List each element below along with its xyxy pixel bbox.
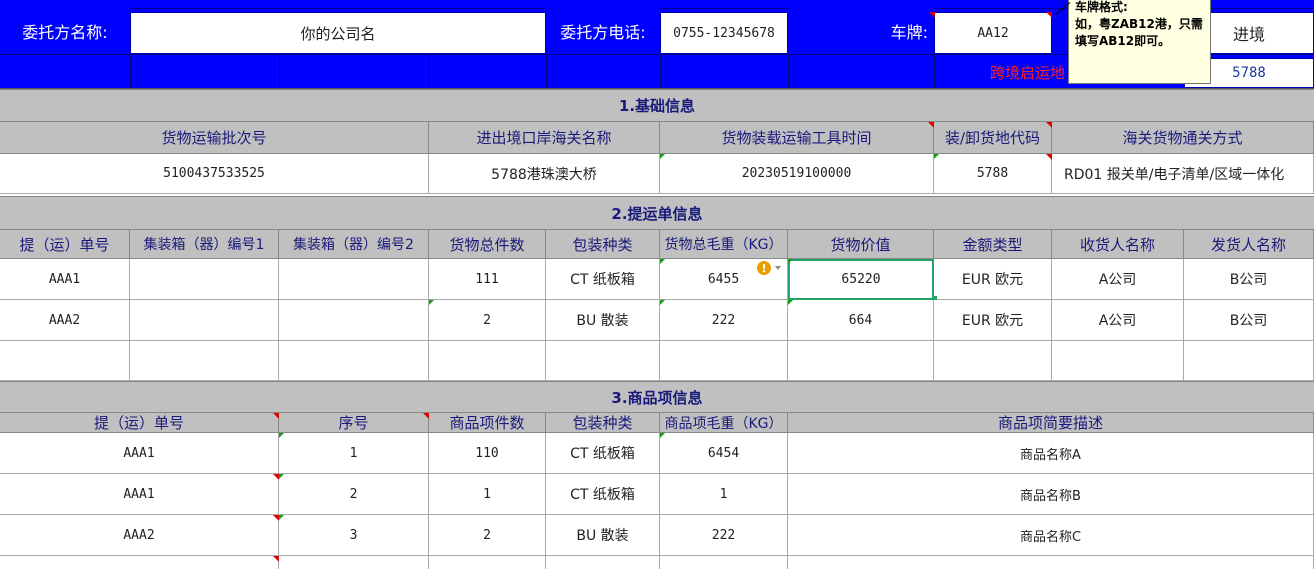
column-header: 集装箱（器）编号1 xyxy=(130,230,279,259)
total-pieces-cell[interactable] xyxy=(429,341,546,381)
gross-weight-cell[interactable] xyxy=(660,341,788,381)
column-header: 货物总毛重（KG） xyxy=(660,230,788,259)
item-weight-cell[interactable]: 6454 xyxy=(660,433,788,474)
currency-cell[interactable] xyxy=(934,341,1052,381)
item-weight-cell[interactable]: 222 xyxy=(660,515,788,556)
empty-cell[interactable] xyxy=(660,556,788,569)
loading-code-cell[interactable]: 5788 xyxy=(934,154,1052,194)
clearance-mode-cell[interactable]: RD01 报关单/电子清单/区域一体化 xyxy=(1052,154,1314,194)
bill-number-cell[interactable] xyxy=(0,341,130,381)
column-header: 提（运）单号 xyxy=(0,413,279,433)
item-seq-cell[interactable]: 2 xyxy=(279,474,429,515)
column-header: 包装种类 xyxy=(546,413,660,433)
bill-number-cell[interactable]: AAA1 xyxy=(0,259,130,300)
item-seq-cell[interactable]: 1 xyxy=(279,433,429,474)
port-name-cell[interactable]: 5788港珠澳大桥 xyxy=(429,154,660,194)
item-description-cell[interactable]: 商品名称A xyxy=(788,433,1314,474)
consignee-cell[interactable] xyxy=(1052,341,1184,381)
column-header: 发货人名称 xyxy=(1184,230,1314,259)
section-bill-info-title: 2.提运单信息 xyxy=(0,196,1314,230)
container-1-cell[interactable] xyxy=(130,259,279,300)
gross-weight-cell[interactable]: 222 xyxy=(660,300,788,341)
package-type-cell[interactable]: CT 纸板箱 xyxy=(546,259,660,300)
bill-number-cell[interactable]: AAA2 xyxy=(0,300,130,341)
container-1-cell[interactable] xyxy=(130,341,279,381)
shipper-cell[interactable] xyxy=(1184,341,1314,381)
container-2-cell[interactable] xyxy=(279,341,429,381)
section-goods-info-title: 3.商品项信息 xyxy=(0,381,1314,413)
item-weight-cell[interactable]: 1 xyxy=(660,474,788,515)
column-header: 装/卸货地代码 xyxy=(934,122,1052,154)
item-pieces-cell[interactable]: 2 xyxy=(429,515,546,556)
consignee-cell[interactable]: A公司 xyxy=(1052,259,1184,300)
batch-number-cell[interactable]: 5100437533525 xyxy=(0,154,429,194)
column-header: 进出境口岸海关名称 xyxy=(429,122,660,154)
item-package-cell[interactable]: CT 纸板箱 xyxy=(546,474,660,515)
item-package-cell[interactable]: CT 纸板箱 xyxy=(546,433,660,474)
item-pieces-cell[interactable]: 110 xyxy=(429,433,546,474)
column-header: 货物装载运输工具时间 xyxy=(660,122,934,154)
column-header: 海关货物通关方式 xyxy=(1052,122,1314,154)
plate-format-comment: 车牌格式: 如，粤ZAB12港，只需填写AB12即可。 xyxy=(1068,0,1211,84)
item-package-cell[interactable]: BU 散装 xyxy=(546,515,660,556)
column-header: 序号 xyxy=(279,413,429,433)
comment-indicator xyxy=(1046,12,1052,18)
item-description-cell[interactable]: 商品名称C xyxy=(788,515,1314,556)
currency-cell[interactable]: EUR 欧元 xyxy=(934,300,1052,341)
client-phone-label: 委托方电话: xyxy=(546,8,660,54)
empty-cell[interactable] xyxy=(429,556,546,569)
comment-indicator xyxy=(929,12,935,18)
item-description-cell[interactable]: 商品名称B xyxy=(788,474,1314,515)
chevron-down-icon[interactable] xyxy=(775,266,781,270)
column-header: 包装种类 xyxy=(546,230,660,259)
empty-cell[interactable] xyxy=(0,556,279,569)
loading-time-cell[interactable]: 20230519100000 xyxy=(660,154,934,194)
column-header: 商品项毛重（KG） xyxy=(660,413,788,433)
plate-field[interactable]: AA12 xyxy=(934,12,1052,54)
comment-title: 车牌格式: xyxy=(1075,0,1128,14)
container-2-cell[interactable] xyxy=(279,259,429,300)
column-header: 货物价值 xyxy=(788,230,934,259)
client-name-field[interactable]: 你的公司名 xyxy=(130,12,546,54)
consignee-cell[interactable]: A公司 xyxy=(1052,300,1184,341)
cargo-value-cell[interactable] xyxy=(788,341,934,381)
empty-cell[interactable] xyxy=(788,556,1314,569)
client-phone-field[interactable]: 0755-12345678 xyxy=(660,12,788,54)
total-pieces-cell[interactable]: 2 xyxy=(429,300,546,341)
item-bill-number-cell[interactable]: AAA1 xyxy=(0,474,279,515)
column-header: 集装箱（器）编号2 xyxy=(279,230,429,259)
warning-icon[interactable]: ! xyxy=(757,261,771,275)
item-pieces-cell[interactable]: 1 xyxy=(429,474,546,515)
cross-border-label: 跨境启运地 xyxy=(940,56,1080,88)
shipper-cell[interactable]: B公司 xyxy=(1184,300,1314,341)
shipper-cell[interactable]: B公司 xyxy=(1184,259,1314,300)
plate-label: 车牌: xyxy=(788,8,934,54)
column-header: 商品项简要描述 xyxy=(788,413,1314,433)
column-header: 货物总件数 xyxy=(429,230,546,259)
column-header: 金额类型 xyxy=(934,230,1052,259)
cargo-value-cell[interactable]: 664 xyxy=(788,300,934,341)
item-bill-number-cell[interactable]: AAA2 xyxy=(0,515,279,556)
package-type-cell[interactable]: BU 散装 xyxy=(546,300,660,341)
cargo-value-cell-selected[interactable]: 65220 xyxy=(788,259,934,300)
client-name-label: 委托方名称: xyxy=(0,8,130,54)
item-bill-number-cell[interactable]: AAA1 xyxy=(0,433,279,474)
container-1-cell[interactable] xyxy=(130,300,279,341)
container-2-cell[interactable] xyxy=(279,300,429,341)
column-header: 收货人名称 xyxy=(1052,230,1184,259)
column-header: 商品项件数 xyxy=(429,413,546,433)
column-header: 货物运输批次号 xyxy=(0,122,429,154)
currency-cell[interactable]: EUR 欧元 xyxy=(934,259,1052,300)
total-pieces-cell[interactable]: 111 xyxy=(429,259,546,300)
column-header: 提（运）单号 xyxy=(0,230,130,259)
item-seq-cell[interactable]: 3 xyxy=(279,515,429,556)
package-type-cell[interactable] xyxy=(546,341,660,381)
empty-cell[interactable] xyxy=(279,556,429,569)
empty-cell[interactable] xyxy=(546,556,660,569)
comment-body: 如，粤ZAB12港，只需填写AB12即可。 xyxy=(1075,17,1203,48)
section-basic-info-title: 1.基础信息 xyxy=(0,89,1314,122)
